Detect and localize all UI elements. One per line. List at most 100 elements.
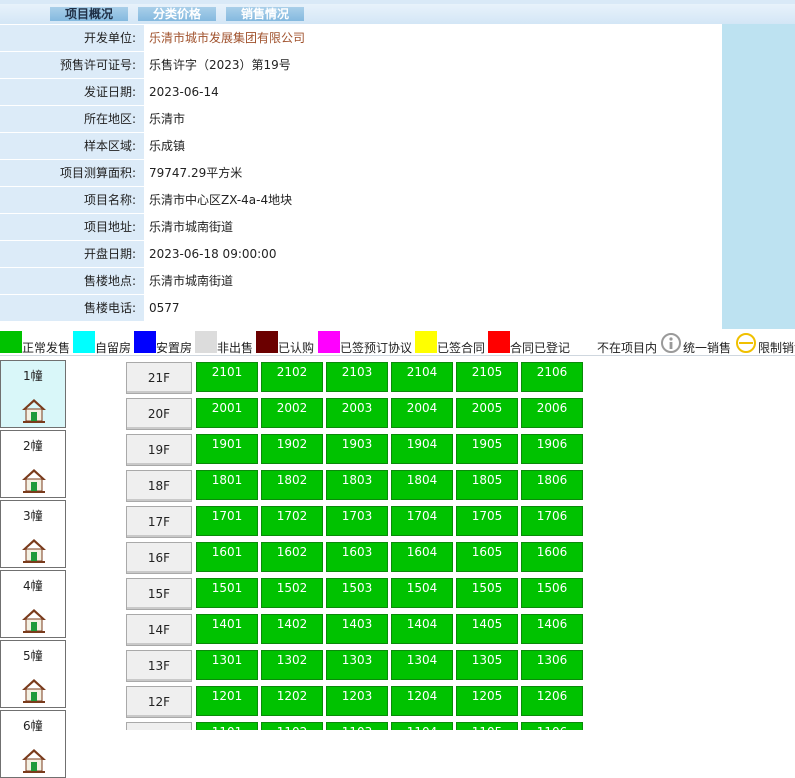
unit-cell[interactable]: 1301: [196, 650, 258, 680]
unit-cell[interactable]: 1806: [521, 470, 583, 500]
unit-cell[interactable]: 1702: [261, 506, 323, 536]
unit-cell[interactable]: 1101: [196, 722, 258, 730]
unit-cell[interactable]: 2006: [521, 398, 583, 428]
unit-cell[interactable]: 1801: [196, 470, 258, 500]
floor-button[interactable]: 14F: [126, 614, 192, 646]
unit-cell[interactable]: 1201: [196, 686, 258, 716]
unit-number: 1505: [471, 581, 503, 595]
unit-cell[interactable]: 1506: [521, 578, 583, 608]
unit-cell[interactable]: 1503: [326, 578, 388, 608]
tab-category-price[interactable]: 分类价格: [138, 7, 216, 21]
building-item[interactable]: 1幢: [0, 360, 66, 428]
unit-number: 2103: [341, 365, 373, 379]
unit-cell[interactable]: 2103: [326, 362, 388, 392]
unit-cell[interactable]: 2102: [261, 362, 323, 392]
unit-cell[interactable]: 2003: [326, 398, 388, 428]
unit-cell[interactable]: 1106: [521, 722, 583, 730]
building-label: 6幢: [23, 719, 43, 733]
tab-project-overview[interactable]: 项目概况: [50, 7, 128, 21]
legend-label: 自留房: [95, 341, 132, 355]
unit-cell[interactable]: 2004: [391, 398, 453, 428]
unit-cell[interactable]: 1303: [326, 650, 388, 680]
unit-cell[interactable]: 1905: [456, 434, 518, 464]
unit-cell[interactable]: 1603: [326, 542, 388, 572]
unit-cell[interactable]: 1703: [326, 506, 388, 536]
legend-swatch: [73, 331, 95, 353]
floor-button[interactable]: 15F: [126, 578, 192, 610]
floor-button[interactable]: 17F: [126, 506, 192, 538]
unit-cell[interactable]: 1202: [261, 686, 323, 716]
building-item[interactable]: 2幢: [0, 430, 66, 498]
unit-cell[interactable]: 1103: [326, 722, 388, 730]
unit-cell[interactable]: 1406: [521, 614, 583, 644]
unit-cell[interactable]: 2005: [456, 398, 518, 428]
unit-number: 1201: [211, 689, 243, 703]
unit-cell[interactable]: 1304: [391, 650, 453, 680]
unit-cell[interactable]: 1605: [456, 542, 518, 572]
unit-cell[interactable]: 1902: [261, 434, 323, 464]
unit-cell[interactable]: 1306: [521, 650, 583, 680]
unit-cell[interactable]: 1102: [261, 722, 323, 730]
tab-sales-status[interactable]: 销售情况: [226, 7, 304, 21]
unit-cell[interactable]: 1404: [391, 614, 453, 644]
floor-button[interactable]: 16F: [126, 542, 192, 574]
unit-cell[interactable]: 1504: [391, 578, 453, 608]
unit-cell[interactable]: 1804: [391, 470, 453, 500]
legend-label: 合同已登记: [510, 341, 571, 355]
unit-cell[interactable]: 2105: [456, 362, 518, 392]
floor-button[interactable]: 18F: [126, 470, 192, 502]
unit-cell[interactable]: 1704: [391, 506, 453, 536]
unit-cell[interactable]: 1906: [521, 434, 583, 464]
unit-cell[interactable]: 1903: [326, 434, 388, 464]
info-label: 发证日期:: [0, 79, 144, 105]
unit-cell[interactable]: 1104: [391, 722, 453, 730]
unit-cell[interactable]: 1802: [261, 470, 323, 500]
floor-button[interactable]: 21F: [126, 362, 192, 394]
unit-number: 1204: [406, 689, 438, 703]
unit-cell[interactable]: 1604: [391, 542, 453, 572]
unit-cell[interactable]: 1901: [196, 434, 258, 464]
building-item[interactable]: 5幢: [0, 640, 66, 708]
unit-cell[interactable]: 1105: [456, 722, 518, 730]
info-value[interactable]: 乐清市城市发展集团有限公司: [144, 25, 722, 51]
unit-cell[interactable]: 2002: [261, 398, 323, 428]
unit-cell[interactable]: 1805: [456, 470, 518, 500]
unit-cell[interactable]: 1405: [456, 614, 518, 644]
project-info-table: 开发单位: 乐清市城市发展集团有限公司 预售许可证号: 乐售许字（2023）第19号发…: [0, 24, 795, 329]
unit-cell[interactable]: 1904: [391, 434, 453, 464]
unit-cell[interactable]: 1305: [456, 650, 518, 680]
unit-cell[interactable]: 1401: [196, 614, 258, 644]
unit-cell[interactable]: 2001: [196, 398, 258, 428]
floor-button[interactable]: 19F: [126, 434, 192, 466]
unit-cell[interactable]: 1501: [196, 578, 258, 608]
unit-cell[interactable]: 2104: [391, 362, 453, 392]
unit-cell[interactable]: 1803: [326, 470, 388, 500]
floor-button[interactable]: 13F: [126, 650, 192, 682]
building-item[interactable]: 6幢: [0, 710, 66, 778]
unit-cell[interactable]: 1402: [261, 614, 323, 644]
unit-cell[interactable]: 1505: [456, 578, 518, 608]
floor-button[interactable]: 12F: [126, 686, 192, 718]
unit-cell[interactable]: 1602: [261, 542, 323, 572]
info-row: 项目名称: 乐清市中心区ZX-4a-4地块: [0, 187, 722, 214]
unit-cell[interactable]: 1206: [521, 686, 583, 716]
floor-button[interactable]: 11F: [126, 722, 192, 730]
building-item[interactable]: 4幢: [0, 570, 66, 638]
building-item[interactable]: 3幢: [0, 500, 66, 568]
unit-cell[interactable]: 1302: [261, 650, 323, 680]
unit-cell[interactable]: 1203: [326, 686, 388, 716]
unit-cell[interactable]: 1606: [521, 542, 583, 572]
unit-cell[interactable]: 1204: [391, 686, 453, 716]
unit-cell[interactable]: 1706: [521, 506, 583, 536]
unit-cell[interactable]: 1701: [196, 506, 258, 536]
unit-cell[interactable]: 2101: [196, 362, 258, 392]
unit-cell[interactable]: 1205: [456, 686, 518, 716]
unit-cell[interactable]: 1705: [456, 506, 518, 536]
floor-button[interactable]: 20F: [126, 398, 192, 430]
unit-cell[interactable]: 2106: [521, 362, 583, 392]
legend-label: 统一销售: [683, 341, 732, 355]
unit-cell[interactable]: 1502: [261, 578, 323, 608]
unit-number: 1706: [536, 509, 568, 523]
unit-cell[interactable]: 1601: [196, 542, 258, 572]
unit-cell[interactable]: 1403: [326, 614, 388, 644]
